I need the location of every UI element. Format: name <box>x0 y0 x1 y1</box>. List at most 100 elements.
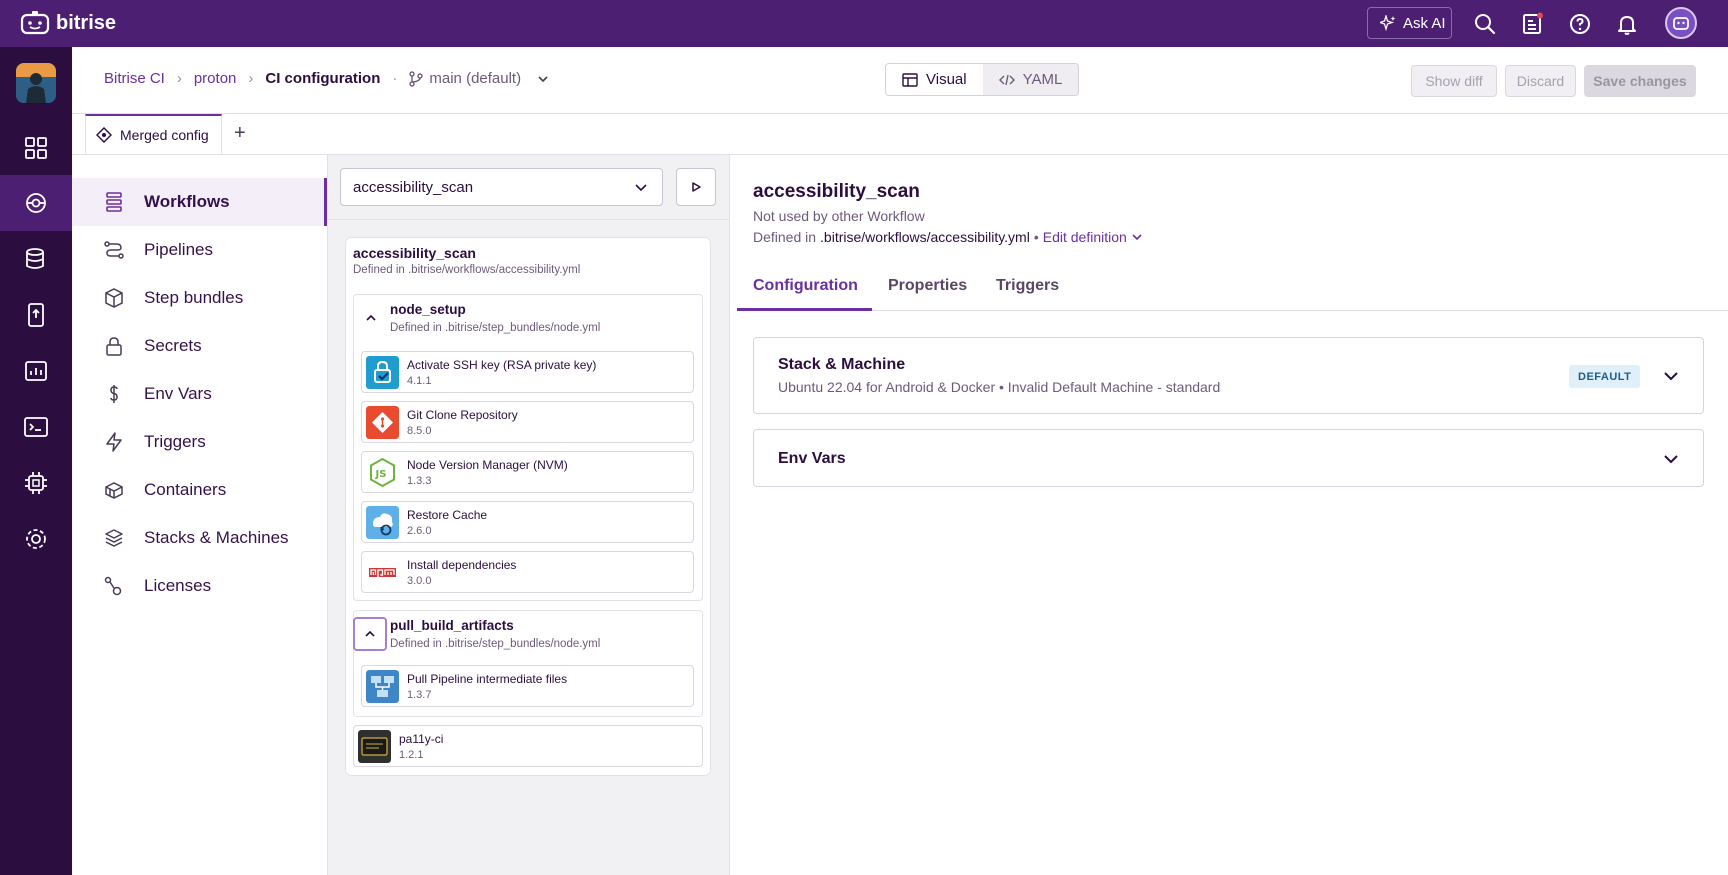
chevron-down-icon <box>538 75 548 82</box>
nav-item-step-bundles[interactable]: Step bundles <box>72 274 327 322</box>
nav-item-containers[interactable]: Containers <box>72 466 327 514</box>
tab-configuration[interactable]: Configuration <box>753 277 858 295</box>
chip-icon[interactable] <box>22 469 50 497</box>
chevron-up-icon <box>366 314 376 321</box>
lightning-icon <box>106 432 122 452</box>
step-item[interactable]: Install dependencies 3.0.0 <box>361 551 694 593</box>
defined-path: .bitrise/workflows/accessibility.yml <box>820 229 1030 245</box>
step-item[interactable]: Restore Cache 2.6.0 <box>361 501 694 543</box>
restore-cache-icon <box>366 506 399 539</box>
bitrise-robot-icon <box>20 11 50 35</box>
divider <box>729 155 730 875</box>
step-item[interactable]: JS Node Version Manager (NVM) 1.3.3 <box>361 451 694 493</box>
nav-label: Pipelines <box>144 240 213 259</box>
sparkle-icon <box>1380 15 1396 31</box>
database-icon[interactable] <box>22 245 50 273</box>
tab-properties[interactable]: Properties <box>888 277 967 295</box>
code-icon <box>998 74 1015 85</box>
workflows-icon <box>106 192 122 212</box>
user-avatar[interactable] <box>1665 7 1697 39</box>
chevron-down-icon[interactable] <box>1661 366 1681 386</box>
step-item[interactable]: Pull Pipeline intermediate files 1.3.7 <box>361 665 694 707</box>
bundle-name: pull_build_artifacts <box>390 618 514 633</box>
changelog-icon[interactable] <box>1521 12 1545 36</box>
chevron-down-icon[interactable] <box>1661 449 1681 469</box>
yaml-view-button[interactable]: YAML <box>982 64 1079 95</box>
show-diff-button[interactable]: Show diff <box>1411 65 1497 97</box>
nav-item-licenses[interactable]: Licenses <box>72 562 327 610</box>
brand-name: bitrise <box>56 11 117 34</box>
collapse-bundle-button[interactable] <box>353 617 387 651</box>
dot-separator: · <box>392 70 398 87</box>
nav-item-env-vars[interactable]: Env Vars <box>72 370 327 418</box>
tab-merged-config[interactable]: Merged config <box>85 114 222 154</box>
bell-icon[interactable] <box>1615 12 1639 36</box>
nav-item-triggers[interactable]: Triggers <box>72 418 327 466</box>
dashboard-icon[interactable] <box>22 134 50 162</box>
step-name: Pull Pipeline intermediate files <box>407 672 568 686</box>
branch-name: main (default) <box>429 70 522 87</box>
left-rail <box>0 47 72 875</box>
visual-view-button[interactable]: Visual <box>886 64 983 95</box>
help-icon[interactable] <box>1568 12 1592 36</box>
bullet-separator: • <box>1033 229 1039 245</box>
step-name: Install dependencies <box>407 558 517 572</box>
play-icon <box>692 182 701 192</box>
terminal-icon[interactable] <box>22 413 50 441</box>
ci-config-icon[interactable] <box>22 189 50 217</box>
discard-button[interactable]: Discard <box>1505 65 1576 97</box>
workflow-card-defined: Defined in .bitrise/workflows/accessibil… <box>353 264 581 276</box>
nav-label: Triggers <box>144 432 206 451</box>
stack-machine-panel[interactable]: Stack & Machine Ubuntu 22.04 for Android… <box>753 337 1704 414</box>
chevron-up-icon <box>365 630 375 637</box>
nav-item-workflows[interactable]: Workflows <box>72 178 327 226</box>
insights-icon[interactable] <box>22 357 50 385</box>
chevron-down-icon <box>1132 234 1142 241</box>
view-toggle: Visual YAML <box>885 63 1080 96</box>
release-icon[interactable] <box>22 301 50 329</box>
env-vars-panel[interactable]: Env Vars <box>753 429 1704 487</box>
step-name: pa11y-ci <box>399 732 444 746</box>
add-config-button[interactable]: + <box>234 122 246 145</box>
nav-label: Secrets <box>144 336 202 355</box>
save-changes-button[interactable]: Save changes <box>1584 65 1696 97</box>
step-name: Node Version Manager (NVM) <box>407 458 568 472</box>
edit-definition-link[interactable]: Edit definition <box>1043 229 1143 245</box>
nav-item-stacks-machines[interactable]: Stacks & Machines <box>72 514 327 562</box>
collapse-bundle-button[interactable] <box>354 301 388 335</box>
pipelines-icon <box>104 241 124 259</box>
branch-selector[interactable]: main (default) <box>409 70 549 87</box>
merged-config-label: Merged config <box>120 127 209 143</box>
app-avatar[interactable] <box>16 63 56 103</box>
step-version: 3.0.0 <box>407 575 432 587</box>
ask-ai-label: Ask AI <box>1403 14 1446 32</box>
breadcrumb-workspace[interactable]: Bitrise CI <box>104 70 165 87</box>
breadcrumb-current: CI configuration <box>265 70 381 87</box>
workflow-select[interactable]: accessibility_scan <box>340 168 663 206</box>
app-thumbnail-icon <box>16 63 56 103</box>
step-item-pa11y[interactable]: pa11y-ci 1.2.1 <box>353 725 703 767</box>
git-icon <box>366 406 399 439</box>
nav-item-pipelines[interactable]: Pipelines <box>72 226 327 274</box>
step-version: 1.2.1 <box>399 749 424 761</box>
breadcrumb-project[interactable]: proton <box>194 70 237 87</box>
run-workflow-button[interactable] <box>676 168 716 206</box>
panel-title: Stack & Machine <box>778 356 906 373</box>
tab-triggers[interactable]: Triggers <box>996 277 1059 295</box>
robot-avatar-icon <box>1673 17 1689 30</box>
search-icon[interactable] <box>1473 12 1497 36</box>
step-version: 8.5.0 <box>407 425 432 437</box>
nav-label: Licenses <box>144 576 212 595</box>
top-bar: bitrise Ask AI <box>0 0 1728 47</box>
step-item[interactable]: Activate SSH key (RSA private key) 4.1.1 <box>361 351 694 393</box>
step-item[interactable]: Git Clone Repository 8.5.0 <box>361 401 694 443</box>
nav-label: Containers <box>144 480 227 499</box>
step-name: Activate SSH key (RSA private key) <box>407 358 597 372</box>
bundle-defined: Defined in .bitrise/step_bundles/node.ym… <box>390 638 601 650</box>
nav-item-secrets[interactable]: Secrets <box>72 322 327 370</box>
ask-ai-button[interactable]: Ask AI <box>1367 7 1452 39</box>
chevron-down-icon <box>635 184 647 192</box>
npm-icon <box>366 556 399 589</box>
bitrise-logo[interactable]: bitrise <box>20 11 116 35</box>
gear-icon[interactable] <box>22 525 50 553</box>
